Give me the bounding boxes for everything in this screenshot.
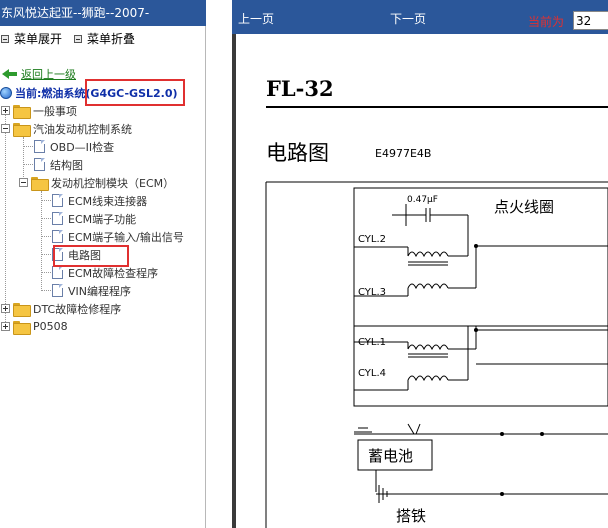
- tree-item-ecm[interactable]: 发动机控制模块（ECM）: [19, 174, 174, 191]
- ignition-coil-block: [353, 187, 608, 407]
- page-number-input[interactable]: [573, 11, 608, 30]
- cyl2-label: CYL.2: [358, 234, 386, 245]
- tree-item-obd-check[interactable]: OBD—II检查: [34, 138, 114, 155]
- circuit-diagram: 0.47μF 点火线圈 CYL.2 CYL.3 CYL.1 CYL.4 蓄电池 …: [265, 181, 608, 528]
- document-icon: [52, 212, 63, 225]
- tree-item-ecm-connector[interactable]: ECM线束连接器: [52, 192, 147, 209]
- selected-item-highlight-box: [53, 245, 129, 267]
- tree-line: [41, 272, 51, 273]
- folder-icon: [13, 302, 31, 317]
- viewer-toolbar: 上一页 下一页 当前为: [232, 0, 608, 34]
- junction-dot: [500, 492, 504, 496]
- tree-item-label: P0508: [33, 320, 68, 333]
- open-folder-icon: [31, 176, 49, 191]
- expand-icon: [1, 34, 9, 43]
- junction-dot: [500, 432, 504, 436]
- tree-line: [23, 146, 33, 147]
- tree-item-ecm-terminal-function[interactable]: ECM端子功能: [52, 210, 136, 227]
- collapse-icon: [74, 34, 82, 43]
- collapse-toggle[interactable]: [19, 178, 28, 187]
- ignition-coil-label: 点火线圈: [494, 198, 554, 216]
- current-highlight-box: [85, 79, 185, 106]
- window-title: 东风悦达起亚--狮跑--2007-: [0, 0, 206, 26]
- coil-winding: [407, 344, 449, 351]
- document-icon: [52, 266, 63, 279]
- cyl4-label: CYL.4: [358, 368, 386, 379]
- collapse-toggle[interactable]: [1, 124, 10, 133]
- expand-menu-button[interactable]: 菜单展开: [1, 30, 62, 47]
- cyl1-label: CYL.1: [358, 337, 386, 348]
- expand-menu-label: 菜单展开: [14, 32, 63, 46]
- tree-item-label: DTC故障检修程序: [33, 302, 122, 316]
- document-icon: [52, 284, 63, 297]
- junction-dot: [540, 432, 544, 436]
- coil-winding: [407, 251, 449, 258]
- tree-item-label: 发动机控制模块（ECM）: [51, 176, 175, 190]
- expand-toggle[interactable]: [1, 322, 10, 331]
- current-location-prefix: 当前:燃油系统: [15, 87, 86, 100]
- document-icon: [52, 194, 63, 207]
- folder-icon: [13, 104, 31, 119]
- next-page-button[interactable]: 下一页: [390, 10, 426, 27]
- tree-item-label: ECM端子功能: [68, 212, 137, 226]
- battery-label: 蓄电池: [368, 447, 413, 465]
- back-link-label: 返回上一级: [21, 68, 76, 81]
- menu-bar: 菜单展开 菜单折叠: [0, 30, 206, 48]
- tree-item-ecm-io-signal[interactable]: ECM端子输入/输出信号: [52, 228, 184, 245]
- tree-item-label: 汽油发动机控制系统: [33, 122, 132, 136]
- document-icon: [34, 158, 45, 171]
- tree-item-label: OBD—II检查: [50, 140, 115, 154]
- document-icon: [52, 230, 63, 243]
- globe-icon: [0, 87, 12, 99]
- tree-item-vin-programming[interactable]: VIN编程程序: [52, 282, 131, 299]
- tree-item-label: 一般事项: [33, 104, 77, 118]
- document-viewer: 上一页 下一页 当前为 FL-32 电路图 E4977E4B: [232, 0, 608, 528]
- junction-dot: [474, 244, 478, 248]
- folder-icon: [13, 320, 31, 335]
- document-icon: [34, 140, 45, 153]
- collapse-menu-button[interactable]: 菜单折叠: [74, 30, 135, 47]
- tree-item-label: ECM线束连接器: [68, 194, 148, 208]
- tree-line: [23, 164, 33, 165]
- coil-winding: [407, 283, 449, 290]
- tree-line: [5, 110, 6, 328]
- tree-line: [41, 218, 51, 219]
- current-page-label: 当前为: [528, 15, 565, 29]
- expand-toggle[interactable]: [1, 106, 10, 115]
- tree-item-p0508[interactable]: P0508: [1, 318, 68, 335]
- battery-terminal: [415, 423, 421, 435]
- tree-item-label: VIN编程程序: [68, 284, 131, 298]
- tree-item-label: ECM端子输入/输出信号: [68, 230, 184, 244]
- tree-line: [41, 200, 51, 201]
- tree-item-general[interactable]: 一般事项: [1, 102, 77, 119]
- expand-toggle[interactable]: [1, 304, 10, 313]
- document-page: FL-32 电路图 E4977E4B 0.47μF 点火线圈 CYL.2 CYL…: [236, 34, 608, 528]
- back-arrow-icon: [2, 68, 17, 80]
- junction-dot: [474, 328, 478, 332]
- tree-item-dtc-troubleshooting[interactable]: DTC故障检修程序: [1, 300, 121, 317]
- tree-line: [41, 290, 51, 291]
- ground-label: 搭铁: [396, 507, 426, 525]
- tree-line: [41, 191, 42, 291]
- tree-line: [41, 236, 51, 237]
- tree-item-structure[interactable]: 结构图: [34, 156, 83, 173]
- navigation-pane: 东风悦达起亚--狮跑--2007- 菜单展开 菜单折叠 返回上一级 当前:燃油系…: [0, 0, 206, 528]
- collapse-menu-label: 菜单折叠: [87, 32, 136, 46]
- battery-terminal: [407, 423, 415, 435]
- back-link[interactable]: 返回上一级: [2, 66, 76, 82]
- cyl3-label: CYL.3: [358, 287, 386, 298]
- capacitor-label: 0.47μF: [407, 195, 438, 205]
- coil-winding: [407, 375, 449, 382]
- tree-item-engine-control[interactable]: 汽油发动机控制系统: [1, 120, 132, 137]
- tree-line: [41, 254, 51, 255]
- tree-item-label: 结构图: [50, 158, 83, 172]
- prev-page-button[interactable]: 上一页: [238, 10, 274, 27]
- open-folder-icon: [13, 122, 31, 137]
